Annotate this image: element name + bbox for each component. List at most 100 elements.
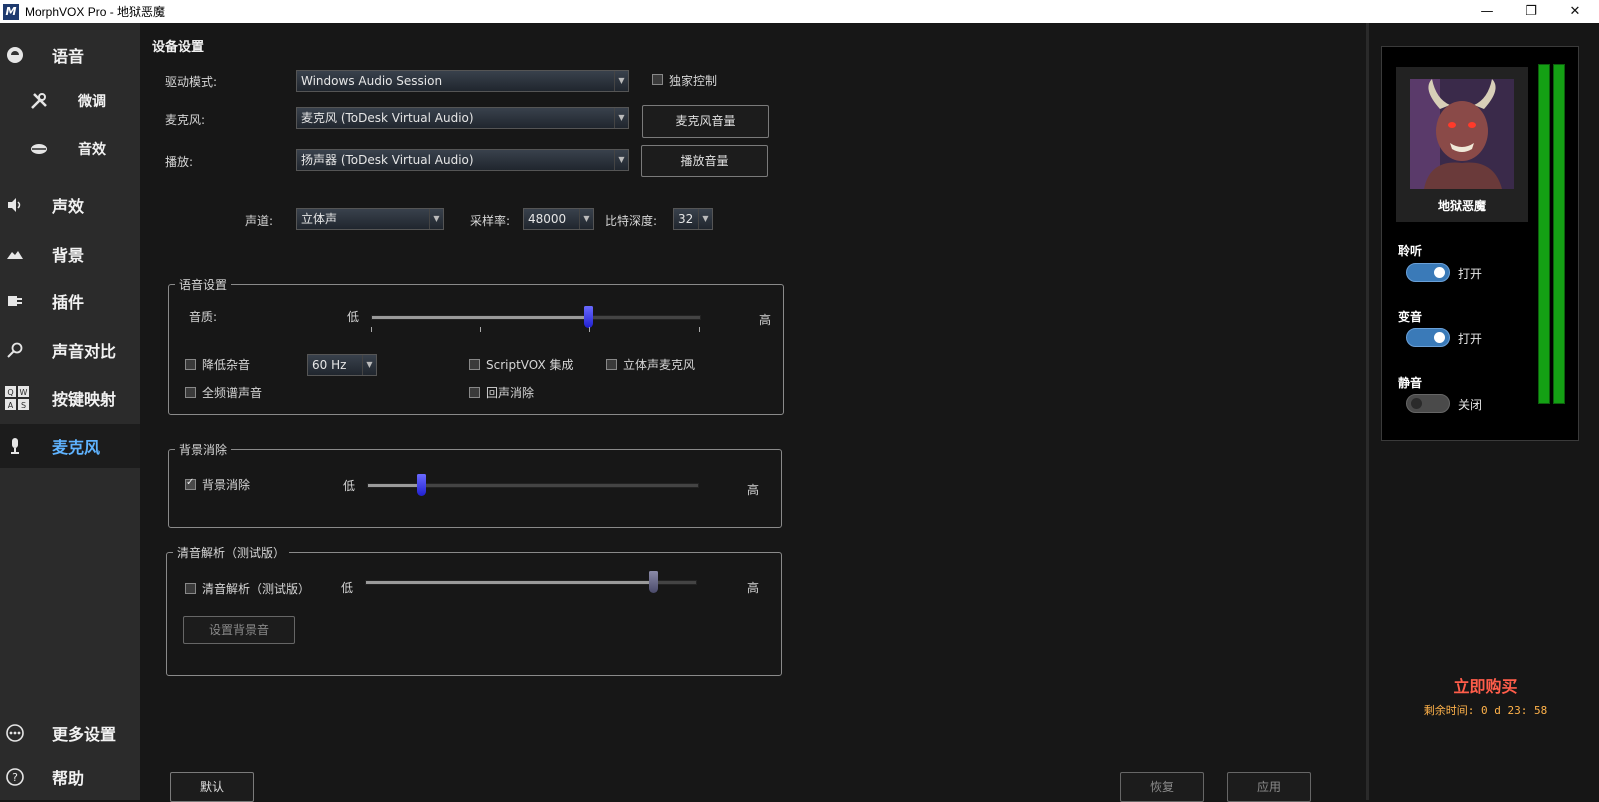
background-cancel-slider[interactable] [367, 474, 699, 496]
sidebar-item-label: 声效 [52, 197, 85, 216]
key-q: Q [7, 388, 13, 397]
mute-state: 关闭 [1458, 398, 1483, 412]
page-title: 设备设置 [152, 40, 205, 55]
sample-rate-value: 48000 [528, 212, 567, 226]
bit-depth-value: 32 [678, 212, 694, 226]
microphone-select[interactable]: 麦克风 (ToDesk Virtual Audio) ▼ [296, 107, 629, 129]
microphone-icon [6, 437, 24, 455]
driver-mode-value: Windows Audio Session [301, 74, 443, 88]
echo-cancel-label: 回声消除 [486, 386, 535, 400]
sidebar-item-tweak[interactable]: 微调 [0, 79, 140, 123]
apply-button[interactable]: 应用 [1227, 772, 1311, 802]
voice-icon [6, 46, 24, 64]
echo-cancel-checkbox[interactable] [469, 387, 480, 398]
channel-value: 立体声 [301, 212, 338, 226]
minimize-button[interactable]: — [1465, 0, 1509, 23]
sidebar-item-voice-compare[interactable]: 声音对比 [0, 328, 140, 372]
key-s: S [21, 401, 26, 410]
sidebar-item-label: 语音 [52, 47, 85, 66]
listen-title: 聆听 [1398, 244, 1423, 258]
sidebar-item-background[interactable]: 背景 [0, 232, 140, 276]
mic-volume-button[interactable]: 麦克风音量 [642, 105, 769, 138]
sample-rate-select[interactable]: 48000 ▼ [523, 208, 594, 230]
driver-mode-label: 驱动模式: [165, 75, 218, 89]
full-spectrum-checkbox[interactable] [185, 387, 196, 398]
plugin-icon [6, 292, 24, 310]
sidebar-item-help[interactable]: ? 帮助 [0, 755, 140, 799]
mute-toggle[interactable] [1406, 394, 1450, 413]
scriptvox-label: ScriptVOX 集成 [486, 358, 574, 372]
voice-settings-title: 语音设置 [175, 276, 232, 293]
mute-title: 静音 [1398, 376, 1423, 390]
sidebar-item-more-settings[interactable]: 更多设置 [0, 711, 140, 755]
background-cancel-slider-thumb[interactable] [416, 474, 426, 496]
morph-toggle[interactable] [1406, 328, 1450, 347]
exclusive-control-label: 独家控制 [669, 74, 718, 88]
noise-frequency-value: 60 Hz [312, 358, 347, 372]
noise-reduction-checkbox[interactable] [185, 359, 196, 370]
sidebar-item-plugins[interactable]: 插件 [0, 279, 140, 323]
sidebar-item-sound-effects[interactable]: 音效 [0, 127, 140, 171]
stereo-mic-checkbox[interactable] [606, 359, 617, 370]
background-cancel-checkbox[interactable] [185, 477, 196, 490]
sidebar-item-label: 音效 [78, 142, 106, 158]
input-level-meter [1538, 64, 1550, 404]
sidebar-item-voice[interactable]: 语音 [0, 33, 140, 77]
scriptvox-checkbox[interactable] [469, 359, 480, 370]
playback-volume-button[interactable]: 播放音量 [641, 145, 768, 177]
playback-label: 播放: [165, 155, 194, 169]
clarity-label: 清音解析（测试版） [202, 582, 311, 596]
morph-state: 打开 [1458, 332, 1483, 346]
driver-mode-select[interactable]: Windows Audio Session ▼ [296, 70, 629, 92]
morph-title: 变音 [1398, 310, 1423, 324]
key-a: A [8, 401, 14, 410]
set-background-sound-button[interactable]: 设置背景音 [183, 616, 295, 644]
lips-icon [30, 140, 48, 158]
default-button[interactable]: 默认 [170, 772, 254, 802]
close-button[interactable]: ✕ [1553, 0, 1597, 23]
clarity-checkbox[interactable] [185, 583, 196, 594]
sidebar-item-label: 更多设置 [52, 725, 117, 744]
chevron-down-icon: ▼ [614, 71, 628, 91]
voice-card[interactable]: 地狱恶魔 [1396, 67, 1528, 222]
exclusive-control-checkbox[interactable] [652, 74, 663, 85]
sidebar-item-label: 微调 [78, 94, 106, 110]
playback-value: 扬声器 (ToDesk Virtual Audio) [301, 153, 474, 167]
more-icon [6, 724, 24, 742]
tools-icon [30, 92, 48, 110]
svg-text:?: ? [12, 771, 18, 784]
sidebar-item-sounds[interactable]: 声效 [0, 183, 140, 227]
sidebar-item-label: 声音对比 [52, 342, 117, 361]
buy-now-link[interactable]: 立即购买 [1369, 673, 1599, 697]
maximize-button[interactable]: ❐ [1509, 0, 1553, 23]
sidebar-item-label: 按键映射 [52, 390, 117, 409]
demon-avatar-icon [1410, 79, 1514, 189]
quality-tick [371, 327, 372, 332]
quality-slider-thumb[interactable] [584, 306, 594, 328]
voice-box: 地狱恶魔 聆听 打开 变音 打开 静音 关闭 [1381, 46, 1579, 441]
app-icon: M [3, 3, 19, 20]
clarity-slider-thumb[interactable] [649, 571, 659, 593]
toggle-knob [1434, 267, 1445, 278]
bit-depth-label: 比特深度: [605, 214, 658, 228]
clarity-slider[interactable] [365, 571, 697, 593]
voice-settings-group: 语音设置 音质: 低 高 降低杂音 60 Hz ▼ ScriptVOX 集成 立… [168, 276, 784, 415]
playback-select[interactable]: 扬声器 (ToDesk Virtual Audio) ▼ [296, 149, 629, 171]
chevron-down-icon: ▼ [614, 108, 628, 128]
sidebar-item-microphone[interactable]: 麦克风 [0, 424, 140, 468]
noise-reduction-label: 降低杂音 [202, 358, 251, 372]
remaining-time: 剩余时间: 0 d 23: 58 [1423, 704, 1548, 717]
listen-toggle[interactable] [1406, 263, 1450, 282]
landscape-icon [6, 245, 24, 263]
sample-rate-label: 采样率: [470, 214, 511, 228]
quality-slider[interactable] [371, 306, 701, 328]
background-cancel-title: 背景消除 [175, 441, 232, 458]
restore-button[interactable]: 恢复 [1120, 772, 1204, 802]
bit-depth-select[interactable]: 32 ▼ [673, 208, 713, 230]
sidebar-item-hotkeys[interactable]: Q W A S 按键映射 [0, 376, 140, 420]
full-spectrum-label: 全频谱声音 [202, 386, 263, 400]
quality-tick [480, 327, 481, 332]
noise-frequency-select[interactable]: 60 Hz ▼ [307, 354, 377, 376]
channel-select[interactable]: 立体声 ▼ [296, 208, 444, 230]
sidebar-item-label: 帮助 [52, 769, 85, 788]
